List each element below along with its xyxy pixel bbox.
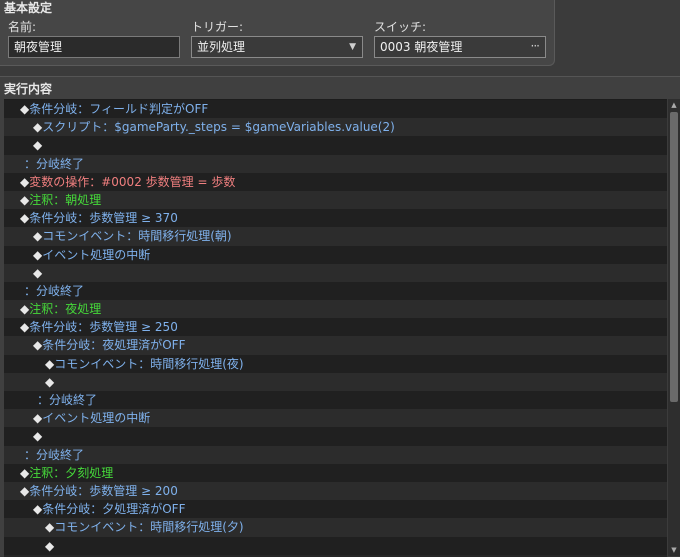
command-row[interactable]: ◆スクリプト：$gameParty._steps = $gameVariable… (4, 118, 667, 137)
command-row[interactable]: ◆注釈：朝処理 (4, 190, 667, 210)
diamond-icon: ◆ (20, 211, 30, 226)
diamond-icon: ◆ (20, 320, 30, 335)
command-row[interactable]: ：分岐終了 (4, 445, 667, 464)
chevron-down-icon: ▼ (349, 42, 356, 52)
vertical-scrollbar[interactable]: ▲ ▼ (667, 99, 680, 556)
diamond-icon: ◆ (33, 120, 43, 135)
diamond-icon: ◆ (33, 338, 43, 353)
command-row[interactable]: ◆条件分岐：歩数管理 ≥ 250 (4, 318, 667, 337)
name-field[interactable]: 朝夜管理 (8, 36, 180, 58)
diamond-icon: ◆ (20, 465, 30, 480)
command-row[interactable]: ◆条件分岐：歩数管理 ≥ 200 (4, 481, 667, 501)
basic-settings-panel: 基本設定 名前: 朝夜管理 トリガー: 並列処理 ▼ スイッチ: 0003 朝夜… (0, 0, 555, 66)
command-text: 条件分岐：歩数管理 ≥ 200 (29, 483, 178, 498)
command-row[interactable]: ◆コモンイベント：時間移行処理(夕) (4, 518, 667, 537)
command-row[interactable]: ◆ (4, 136, 667, 155)
command-text: 変数の操作：#0002 歩数管理 = 歩数 (29, 174, 236, 189)
diamond-icon: ◆ (20, 102, 30, 116)
diamond-icon: ◆ (33, 411, 43, 426)
command-text: ：分岐終了 (37, 393, 98, 407)
trigger-select-value: 並列処理 (197, 40, 246, 54)
switch-label: スイッチ: (374, 20, 427, 34)
diamond-icon: ◆ (20, 192, 30, 207)
diamond-icon: ◆ (33, 229, 43, 244)
trigger-select[interactable]: 並列処理 ▼ (191, 36, 363, 58)
command-row[interactable]: ◆イベント処理の中断 (4, 409, 667, 428)
command-row[interactable]: ◆条件分岐：夜処理済がOFF (4, 336, 667, 355)
diamond-icon: ◆ (45, 356, 55, 371)
command-text: コモンイベント：時間移行処理(夕) (54, 520, 244, 535)
command-row[interactable]: ◆ (4, 372, 667, 391)
command-row[interactable]: ：分岐終了 (4, 391, 667, 410)
scroll-down-icon[interactable]: ▼ (668, 544, 680, 556)
trigger-label: トリガー: (191, 20, 244, 34)
command-row[interactable]: ◆注釈：夜処理 (4, 300, 667, 319)
command-text: スクリプト：$gameParty._steps = $gameVariables… (42, 120, 395, 135)
command-text: イベント処理の中断 (42, 411, 151, 426)
switch-picker[interactable]: 0003 朝夜管理 ··· (374, 36, 546, 58)
command-row[interactable]: ◆コモンイベント：時間移行処理(朝) (4, 227, 667, 246)
diamond-icon: ◆ (33, 429, 43, 444)
command-row[interactable]: ◆ (4, 263, 667, 282)
command-text: 条件分岐：歩数管理 ≥ 370 (29, 211, 178, 226)
command-text: 注釈：夕刻処理 (29, 465, 114, 480)
command-text: イベント処理の中断 (42, 247, 151, 262)
command-text: コモンイベント：時間移行処理(朝) (42, 229, 232, 244)
diamond-icon: ◆ (45, 374, 55, 389)
ellipsis-icon[interactable]: ··· (531, 36, 541, 56)
command-text: 条件分岐：夜処理済がOFF (42, 338, 186, 353)
command-text: 条件分岐：歩数管理 ≥ 250 (29, 320, 178, 335)
diamond-icon: ◆ (45, 538, 55, 553)
command-row[interactable]: ◆変数の操作：#0002 歩数管理 = 歩数 (4, 172, 667, 191)
command-text: 条件分岐：夕処理済がOFF (42, 502, 186, 517)
command-text: 注釈：朝処理 (29, 192, 102, 207)
command-row[interactable]: ◆コモンイベント：時間移行処理(夜) (4, 354, 667, 373)
diamond-icon: ◆ (33, 502, 43, 517)
command-text: コモンイベント：時間移行処理(夜) (54, 356, 244, 371)
scrollbar-thumb[interactable] (670, 112, 678, 402)
command-list[interactable]: ◆条件分岐：フィールド判定がOFF ◆スクリプト：$gameParty._step… (4, 99, 667, 557)
command-text: 注釈：夜処理 (29, 302, 102, 317)
command-row[interactable]: ◆注釈：夕刻処理 (4, 463, 667, 482)
diamond-icon: ◆ (20, 483, 30, 498)
basic-settings-title: 基本設定 (4, 1, 53, 15)
command-text: ：分岐終了 (24, 156, 85, 171)
diamond-icon: ◆ (45, 520, 55, 535)
diamond-icon: ◆ (20, 302, 30, 317)
diamond-icon: ◆ (20, 174, 30, 189)
command-row[interactable]: ：分岐終了 (4, 154, 667, 173)
command-text: 条件分岐：フィールド判定がOFF (29, 102, 209, 116)
command-row[interactable]: ◆イベント処理の中断 (4, 245, 667, 264)
diamond-icon: ◆ (33, 265, 43, 280)
command-row[interactable]: ◆条件分岐：フィールド判定がOFF (4, 100, 667, 119)
command-row[interactable]: ◆条件分岐：夕処理済がOFF (4, 500, 667, 519)
name-label: 名前: (8, 20, 37, 34)
diamond-icon: ◆ (33, 138, 43, 153)
command-row[interactable]: ◆ (4, 536, 667, 555)
execution-contents-title: 実行内容 (4, 82, 53, 96)
command-text: ：分岐終了 (24, 447, 85, 462)
command-text: ：分岐終了 (24, 283, 85, 298)
command-row[interactable]: ◆条件分岐：歩数管理 ≥ 370 (4, 209, 667, 228)
switch-picker-value: 0003 朝夜管理 (380, 40, 463, 54)
name-field-value: 朝夜管理 (14, 40, 63, 54)
scroll-up-icon[interactable]: ▲ (668, 99, 680, 111)
command-row[interactable]: ◆ (4, 427, 667, 446)
execution-contents-panel: 実行内容 ◆条件分岐：フィールド判定がOFF ◆スクリプト：$gameParty.… (0, 76, 680, 557)
command-row[interactable]: ：分岐終了 (4, 281, 667, 301)
diamond-icon: ◆ (33, 247, 43, 262)
